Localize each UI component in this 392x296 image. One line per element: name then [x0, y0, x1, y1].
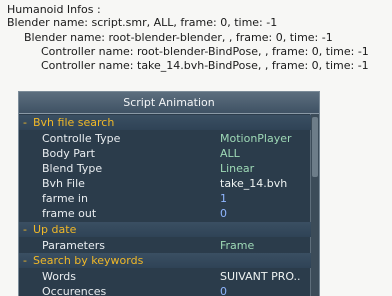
property-row-words[interactable]: Words SUIVANT PRO..: [19, 269, 311, 284]
property-label: Parameters: [42, 239, 105, 252]
controller-name-line-1: Controller name: root-blender-BindPose, …: [41, 45, 369, 58]
property-label: Body Part: [42, 147, 95, 160]
property-row-occurences[interactable]: Occurences 0: [19, 284, 311, 296]
collapse-icon[interactable]: -: [23, 115, 31, 130]
controller-name-line-2: Controller name: take_14.bvh-BindPose, ,…: [41, 59, 369, 72]
collapse-icon[interactable]: -: [23, 222, 31, 237]
section-search-by-keywords[interactable]: - Search by keywords: [19, 253, 311, 268]
property-label: Blend Type: [42, 162, 103, 175]
humanoid-info-header: Humanoid Infos :: [7, 3, 101, 16]
scrollbar-thumb[interactable]: [312, 117, 318, 177]
humanoid-info-text: Humanoid Infos : Blender name: script.sm…: [0, 0, 392, 100]
panel-title: Script Animation: [19, 92, 319, 114]
property-value[interactable]: 1: [220, 191, 310, 206]
collapse-icon[interactable]: -: [23, 253, 31, 268]
property-label: farme in: [42, 192, 88, 205]
property-label: Occurences: [42, 285, 107, 296]
child-blender-name-line: Blender name: root-blender-blender, , fr…: [24, 31, 333, 44]
property-value[interactable]: ALL: [220, 146, 310, 161]
property-row-bvh-file[interactable]: Bvh File take_14.bvh: [19, 176, 311, 191]
panel-scrollbar[interactable]: [310, 114, 319, 296]
property-value[interactable]: 0: [220, 206, 310, 221]
property-value[interactable]: take_14.bvh: [220, 176, 310, 191]
section-up-date[interactable]: - Up date: [19, 222, 311, 237]
property-row-farme-in[interactable]: farme in 1: [19, 191, 311, 206]
section-label: Up date: [33, 223, 77, 236]
property-label: frame out: [42, 207, 97, 220]
section-bvh-file-search[interactable]: - Bvh file search: [19, 115, 311, 130]
blender-name-line: Blender name: script.smr, ALL, frame: 0,…: [7, 16, 278, 29]
property-value[interactable]: MotionPlayer: [220, 131, 310, 146]
property-label: Words: [42, 270, 77, 283]
section-label: Bvh file search: [33, 116, 115, 129]
property-row-body-part[interactable]: Body Part ALL: [19, 146, 311, 161]
property-value[interactable]: 0: [220, 284, 310, 296]
property-row-controlle-type[interactable]: Controlle Type MotionPlayer: [19, 131, 311, 146]
property-label: Bvh File: [42, 177, 85, 190]
property-row-frame-out[interactable]: frame out 0: [19, 206, 311, 221]
property-row-blend-type[interactable]: Blend Type Linear: [19, 161, 311, 176]
script-animation-panel: Script Animation - Bvh file search Contr…: [18, 91, 320, 296]
section-label: Search by keywords: [33, 254, 144, 267]
property-value[interactable]: SUIVANT PRO..: [220, 269, 310, 284]
property-value[interactable]: Linear: [220, 161, 310, 176]
property-label: Controlle Type: [42, 132, 121, 145]
property-value[interactable]: Frame: [220, 238, 310, 253]
property-row-parameters[interactable]: Parameters Frame: [19, 238, 311, 253]
